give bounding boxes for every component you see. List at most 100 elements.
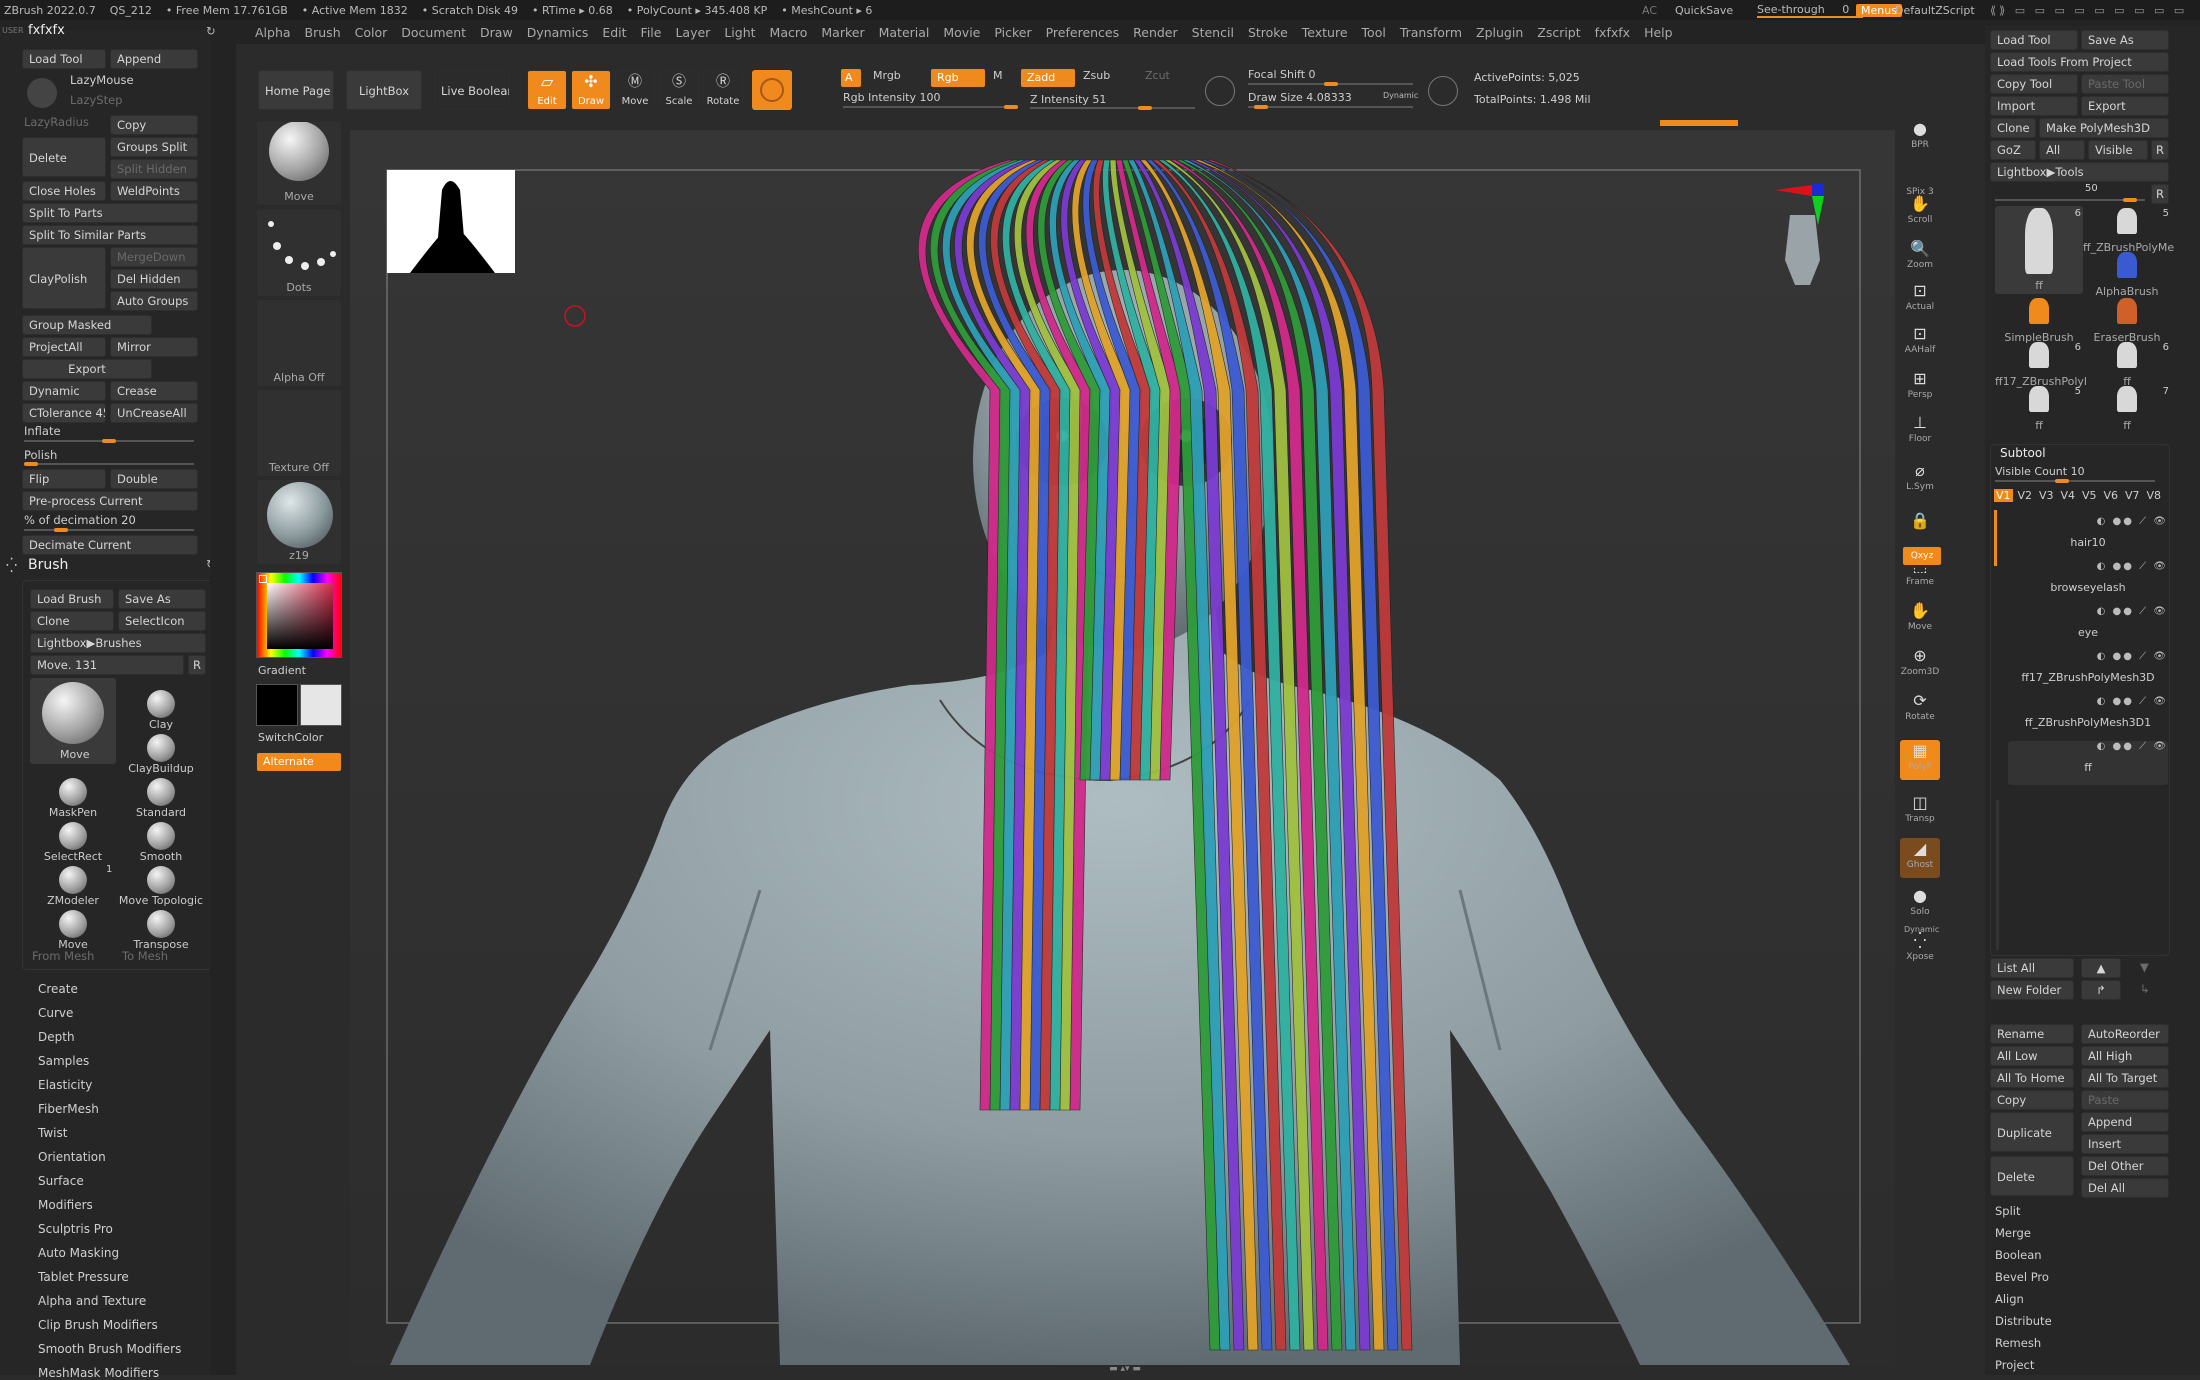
m-toggle[interactable]: M [993, 69, 1003, 82]
subtool-row[interactable]: ◐ ●● ⟋ 👁 ff17_ZBrushPolyMesh3D [2008, 651, 2168, 695]
inflate-slider-label[interactable]: Inflate [24, 424, 61, 438]
move-up-icon[interactable]: ▲ [2081, 958, 2121, 978]
a-toggle[interactable]: A [840, 68, 862, 88]
xyz-symmetry-button[interactable]: Qxyz [1902, 546, 1942, 566]
copy-button[interactable]: Copy [110, 115, 198, 135]
see-through-slider[interactable]: See-through 0 [1757, 3, 1864, 18]
brush-item-zmodeler[interactable]: ZModeler [30, 864, 116, 908]
version-v3[interactable]: V3 [2037, 489, 2056, 502]
shelf-transp[interactable]: ◫ Transp [1900, 792, 1940, 832]
scale-mode-button[interactable]: Ⓢ Scale [659, 70, 699, 110]
menu-edit[interactable]: Edit [595, 25, 633, 40]
del-all-button[interactable]: Del All [2081, 1178, 2169, 1198]
subtool-row[interactable]: ◐ ●● ⟋ 👁 ff_ZBrushPolyMesh3D1 [2008, 696, 2168, 740]
zcut-toggle[interactable]: Zcut [1145, 69, 1170, 82]
auto-groups-button[interactable]: Auto Groups [110, 291, 198, 311]
tool-item[interactable]: AlphaBrush [2083, 250, 2171, 298]
rgb-toggle[interactable]: Rgb [930, 68, 986, 88]
menu-movie[interactable]: Movie [936, 25, 987, 40]
all-high-button[interactable]: All High [2081, 1046, 2169, 1066]
menu-document[interactable]: Document [394, 25, 473, 40]
lazymouse-label[interactable]: LazyMouse [70, 73, 134, 87]
tool-item[interactable]: SimpleBrush [1995, 296, 2083, 344]
subtool-append-button[interactable]: Append [2081, 1112, 2169, 1132]
subpalette-clip-brush-modifiers[interactable]: Clip Brush Modifiers [38, 1318, 158, 1332]
load-from-project-button[interactable]: Load Tools From Project [1990, 52, 2169, 72]
delete-button[interactable]: Delete [22, 137, 106, 177]
menu-file[interactable]: File [634, 25, 669, 40]
paste-tool-button[interactable]: Paste Tool [2081, 74, 2169, 94]
subpalette-auto-masking[interactable]: Auto Masking [38, 1246, 119, 1260]
z-intensity-label[interactable]: Z Intensity 51 [1030, 93, 1106, 106]
brush-mode-d-icon[interactable] [1428, 76, 1458, 106]
subtool-row[interactable]: ◐ ●● ⟋ 👁 hair10 [2008, 516, 2168, 560]
shelf-l-sym[interactable]: ⌀ L.Sym [1900, 460, 1940, 500]
shelf-xpose[interactable]: ⁛ Xpose [1900, 930, 1940, 970]
rename-button[interactable]: Rename [1990, 1024, 2074, 1044]
gradient-label[interactable]: Gradient [258, 664, 306, 677]
folder-arrow-icon[interactable]: ↱ [2081, 980, 2121, 1000]
shelf-bpr[interactable]: ● BPR [1900, 118, 1940, 158]
decimation-slider-label[interactable]: % of decimation 20 [24, 513, 136, 527]
all-to-target-button[interactable]: All To Target [2081, 1068, 2169, 1088]
edit-mode-button[interactable]: ▱ Edit [527, 70, 567, 110]
rotate-mode-button[interactable]: Ⓡ Rotate [703, 70, 743, 110]
rgb-intensity-slider[interactable] [843, 105, 1018, 109]
subpalette-bevel-pro[interactable]: Bevel Pro [1995, 1270, 2049, 1284]
tool-item[interactable]: ff 6 [2083, 340, 2171, 388]
subtool-toggle-icons[interactable]: ◐ ●● ⟋ 👁 [2097, 651, 2168, 662]
menu-fxfxfx[interactable]: fxfxfx [1588, 25, 1637, 40]
polish-label[interactable]: Polish [24, 448, 57, 462]
folder-arrow2-icon[interactable]: ↳ [2140, 982, 2150, 996]
subpalette-meshmask-modifiers[interactable]: MeshMask Modifiers [38, 1366, 159, 1380]
rgb-intensity-label[interactable]: Rgb Intensity 100 [843, 91, 940, 104]
lazymouse-icon[interactable] [27, 78, 57, 108]
shelf-actual[interactable]: ⊡ Actual [1900, 280, 1940, 320]
brush-item-standard[interactable]: Standard [118, 776, 204, 820]
focal-shift-label[interactable]: Focal Shift 0 [1248, 68, 1316, 81]
subpalette-smooth-brush-modifiers[interactable]: Smooth Brush Modifiers [38, 1342, 181, 1356]
menu-tool[interactable]: Tool [1355, 25, 1393, 40]
zadd-toggle[interactable]: Zadd [1020, 68, 1076, 88]
lightbox-button[interactable]: LightBox [346, 70, 422, 110]
material-thumb[interactable]: z19 [256, 479, 342, 565]
brush-save-as-button[interactable]: Save As [118, 589, 206, 609]
subpalette-merge[interactable]: Merge [1995, 1226, 2031, 1240]
menu-brush[interactable]: Brush [298, 25, 348, 40]
main-color-swatch[interactable] [256, 684, 298, 726]
menu-stencil[interactable]: Stencil [1185, 25, 1241, 40]
brush-thumb[interactable]: Move [256, 118, 342, 206]
subpalette-sculptris-pro[interactable]: Sculptris Pro [38, 1222, 113, 1236]
mirror-button[interactable]: Mirror [110, 337, 198, 357]
dynamic-size-label[interactable]: Dynamic [1383, 91, 1418, 100]
draw-size-slider[interactable] [1248, 105, 1413, 109]
brush-palette-title[interactable]: Brush [28, 557, 68, 573]
tool-item[interactable]: ff_ZBrushPolyMe 5 [2083, 206, 2174, 254]
shelf-scroll[interactable]: ✋ Scroll [1900, 193, 1940, 233]
decimate-button[interactable]: Decimate Current [22, 535, 198, 555]
tray-toggle-icon[interactable]: ▬ ▴▾ ▬ [1060, 1364, 1190, 1374]
subtool-delete-button[interactable]: Delete [1990, 1156, 2074, 1196]
subpalette-elasticity[interactable]: Elasticity [38, 1078, 92, 1092]
tool-slider-value[interactable]: 50 [2085, 183, 2098, 194]
decimation-slider[interactable] [24, 528, 194, 532]
copy-tool-button[interactable]: Copy Tool [1990, 74, 2078, 94]
subpalette-samples[interactable]: Samples [38, 1054, 89, 1068]
subpalette-orientation[interactable]: Orientation [38, 1150, 106, 1164]
focal-shift-slider[interactable] [1248, 82, 1413, 86]
split-hidden-button[interactable]: Split Hidden [110, 159, 198, 179]
inflate-slider[interactable] [24, 439, 194, 443]
shelf-lock[interactable]: 🔒 [1900, 510, 1940, 550]
subpalette-modifiers[interactable]: Modifiers [38, 1198, 93, 1212]
flip-button[interactable]: Flip [22, 469, 106, 489]
goz-button[interactable]: GoZ [1990, 140, 2036, 160]
alternate-button[interactable]: Alternate [256, 752, 342, 772]
brush-item-claybuildup[interactable]: ClayBuildup [118, 732, 204, 776]
all-to-home-button[interactable]: All To Home [1990, 1068, 2074, 1088]
tool-item[interactable]: ff 7 [2083, 384, 2171, 432]
dynamic-button[interactable]: Dynamic [22, 381, 106, 401]
subpalette-tablet-pressure[interactable]: Tablet Pressure [38, 1270, 129, 1284]
visible-count-slider[interactable] [1995, 479, 2155, 483]
move-down-icon[interactable]: ▼ [2140, 960, 2149, 974]
version-v8[interactable]: V8 [2145, 489, 2164, 502]
